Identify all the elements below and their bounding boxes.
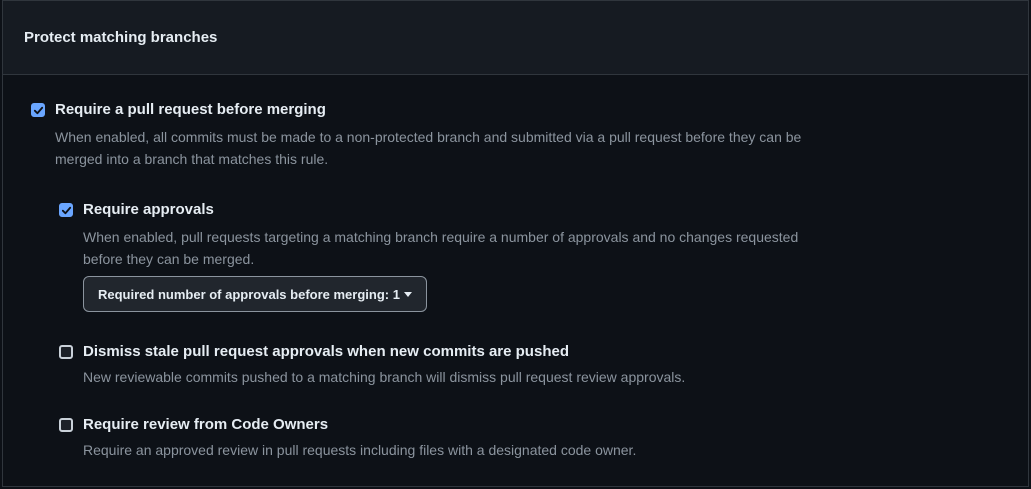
- checkmark-icon: [33, 106, 43, 114]
- require-pull-request-description: When enabled, all commits must be made t…: [55, 126, 801, 170]
- rule-require-code-owner-review: Require review from Code Owners Require …: [59, 415, 636, 461]
- require-code-owner-review-checkbox[interactable]: [59, 418, 73, 432]
- require-pull-request-checkbox[interactable]: [31, 103, 45, 117]
- description-line: before they can be merged.: [83, 251, 255, 267]
- dismiss-stale-approvals-checkbox[interactable]: [59, 345, 73, 359]
- checkmark-icon: [61, 206, 71, 214]
- rule-require-approvals: Require approvals When enabled, pull req…: [59, 200, 798, 312]
- panel-header: Protect matching branches: [3, 1, 1028, 75]
- require-code-owner-review-label[interactable]: Require review from Code Owners: [83, 415, 636, 435]
- description-line: When enabled, all commits must be made t…: [55, 129, 802, 145]
- require-pull-request-label[interactable]: Require a pull request before merging: [55, 100, 801, 120]
- require-code-owner-review-description: Require an approved review in pull reque…: [83, 442, 637, 458]
- description-line: When enabled, pull requests targeting a …: [83, 229, 799, 245]
- require-approvals-label[interactable]: Require approvals: [83, 200, 798, 220]
- rule-require-pull-request: Require a pull request before merging Wh…: [31, 100, 801, 170]
- description-line: merged into a branch that matches this r…: [55, 151, 329, 167]
- dismiss-stale-approvals-label[interactable]: Dismiss stale pull request approvals whe…: [83, 342, 685, 362]
- caret-down-icon: [403, 291, 412, 297]
- require-approvals-checkbox[interactable]: [59, 203, 73, 217]
- panel-title: Protect matching branches: [24, 29, 218, 46]
- rule-dismiss-stale-approvals: Dismiss stale pull request approvals whe…: [59, 342, 685, 388]
- required-approvals-select[interactable]: Required number of approvals before merg…: [83, 276, 427, 312]
- required-approvals-select-label: Required number of approvals before merg…: [98, 286, 400, 302]
- dismiss-stale-approvals-description: New reviewable commits pushed to a match…: [83, 369, 686, 385]
- branch-protection-panel: Protect matching branches Require a pull…: [2, 0, 1029, 487]
- require-approvals-description: When enabled, pull requests targeting a …: [83, 226, 798, 270]
